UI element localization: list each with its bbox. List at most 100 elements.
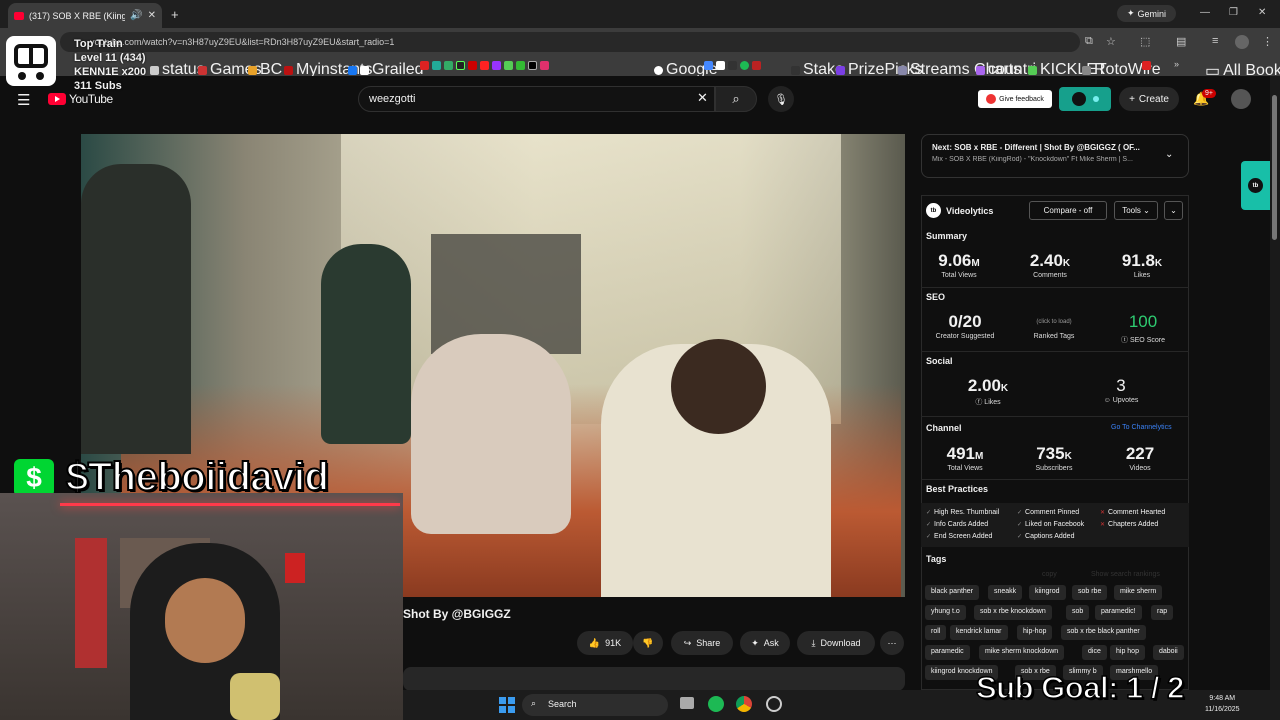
reading-list-icon[interactable]: ≡ [1212, 35, 1218, 47]
taskbar-search[interactable]: ⌕ Search [522, 694, 668, 716]
tag-chip[interactable]: dice [1082, 645, 1107, 660]
tag-chip[interactable]: paramedic [925, 645, 970, 660]
tag-chip[interactable]: sob rbe [1072, 585, 1108, 600]
minimize-icon[interactable]: — [1200, 7, 1210, 18]
divider [921, 416, 1189, 417]
train-title: Top Train [74, 38, 123, 50]
bookmark-star-icon[interactable]: ☆ [1106, 35, 1116, 48]
task-view-icon[interactable] [680, 697, 694, 709]
stat-label: Total Views [941, 272, 977, 279]
tag-chip[interactable]: mike sherm knockdown [979, 645, 1065, 660]
bp-item: ✕ Chapters Added [1100, 521, 1158, 528]
tag-chip[interactable]: paramedic! [1095, 605, 1142, 620]
tag-chip[interactable]: mike sherm [1114, 585, 1163, 600]
collapse-button[interactable]: ⌄ [1164, 201, 1183, 220]
bookmark-icon[interactable] [1142, 61, 1151, 70]
bp-label: Info Cards Added [934, 521, 989, 528]
windows-start-icon[interactable] [499, 697, 515, 713]
tab-youtube[interactable]: (317) SOB X RBE (KiingRod) 🔊 ✕ [8, 3, 162, 28]
speaker-icon[interactable]: 🔊 [130, 10, 142, 21]
more-bookmarks-icon[interactable]: » [1174, 59, 1179, 69]
tag-chip[interactable]: roll [925, 625, 947, 640]
bookmark-icon [468, 61, 477, 70]
channelytics-link[interactable]: Go To Channelytics [1111, 424, 1172, 431]
new-tab-icon[interactable]: + [171, 7, 179, 22]
sidepanel-icon[interactable]: ▤ [1176, 35, 1186, 48]
tubebuddy-side-button[interactable]: tb [1241, 161, 1270, 210]
tab-close-icon[interactable]: ✕ [148, 10, 156, 21]
stat-value: 2.40 [1029, 251, 1063, 270]
gemini-button[interactable]: ✦ Gemini [1117, 5, 1176, 22]
give-feedback-button[interactable]: Give feedback [978, 90, 1052, 108]
tag-chip[interactable]: kendrick lamar [950, 625, 1008, 640]
download-button[interactable]: ⤓ Download [797, 631, 875, 655]
stat-creator-suggested[interactable]: 0/20 Creator Suggested [925, 312, 1005, 340]
chevron-down-icon[interactable]: ⌄ [1165, 149, 1173, 160]
channel-heading: Channel [926, 423, 962, 433]
maximize-icon[interactable]: ❐ [1229, 7, 1238, 18]
dislike-button[interactable]: 👎 [633, 631, 663, 655]
thumbs-up-icon: 👍 [588, 637, 601, 648]
bp-label: Liked on Facebook [1025, 521, 1085, 528]
video-title: Shot By @BGIGGZ [403, 607, 511, 621]
search-input[interactable]: weezgotti [358, 86, 715, 112]
scrollbar-thumb[interactable] [1272, 95, 1277, 240]
voice-search-button[interactable]: 🎙 [768, 86, 794, 112]
tubebuddy-button[interactable] [1059, 87, 1111, 111]
clear-search-icon[interactable]: ✕ [697, 90, 708, 106]
plus-icon: + [1129, 93, 1135, 105]
tag-chip[interactable]: kiingrod [1029, 585, 1066, 600]
profile-avatar[interactable] [1235, 35, 1249, 49]
tag-chip[interactable]: black panther [925, 585, 980, 600]
tag-chip[interactable]: sob [1066, 605, 1090, 620]
like-button[interactable]: 👍 91K [577, 631, 633, 655]
search-rankings-toggle[interactable]: Show search rankings [1091, 571, 1160, 578]
tag-chip[interactable]: sob x rbe knockdown [974, 605, 1052, 620]
tag-chip[interactable]: hip hop [1110, 645, 1145, 660]
youtube-logo[interactable]: YouTube [48, 92, 113, 106]
spotify-icon[interactable] [708, 696, 724, 712]
bookmark-icon [540, 61, 549, 70]
videolytics-header: tb Videolytics [926, 203, 993, 218]
system-clock[interactable]: 9:48 AM 11/16/2025 [1205, 693, 1240, 715]
reddit-icon: ☺ [1103, 397, 1111, 404]
search-icon: ⌕ [732, 91, 740, 106]
stat-ranked-tags[interactable]: (click to load) Ranked Tags [1014, 318, 1094, 340]
bookmark-icon [432, 61, 441, 70]
window-close-icon[interactable]: ✕ [1258, 7, 1266, 18]
menu-kebab-icon[interactable]: ⋮ [1262, 35, 1273, 48]
tag-chip[interactable]: sneakk [988, 585, 1023, 600]
bp-item: ✓ High Res. Thumbnail [926, 509, 999, 516]
next-video-box[interactable]: Next: SOB x RBE - Different | Shot By @B… [921, 134, 1189, 178]
address-bar[interactable]: youtube.com/watch?v=n3H87uyZ9EU&list=RDn… [60, 32, 1080, 52]
tag-chip[interactable]: sob x rbe black panther [1061, 625, 1146, 640]
tag-chip[interactable]: yhung t.o [925, 605, 966, 620]
more-actions-button[interactable]: ⋯ [880, 631, 904, 655]
summary-heading: Summary [926, 231, 968, 241]
tag-chip[interactable]: hip-hop [1017, 625, 1053, 640]
copy-tags-button[interactable]: copy [1042, 571, 1057, 578]
bookmark-icon [836, 65, 845, 75]
sparkle-icon: ✦ [751, 637, 759, 648]
train-user: KENN1E x200 [74, 66, 147, 78]
x-icon: ✕ [1100, 510, 1106, 516]
tools-dropdown[interactable]: Tools ⌄ [1114, 201, 1158, 220]
description-box[interactable] [403, 667, 905, 691]
tag-chip[interactable]: daboii [1153, 645, 1184, 660]
share-button[interactable]: ↪ Share [671, 631, 733, 655]
ask-label: Ask [763, 638, 779, 648]
install-icon[interactable]: ⧉ [1085, 35, 1093, 48]
search-button[interactable]: ⌕ [715, 86, 757, 112]
account-avatar[interactable] [1231, 89, 1251, 109]
bookmark-icons-row-2[interactable] [704, 61, 761, 70]
create-button[interactable]: + Create [1119, 87, 1179, 111]
bookmark-icons-row[interactable] [420, 61, 549, 70]
compare-button[interactable]: Compare - off [1029, 201, 1107, 220]
tag-chip[interactable]: rap [1151, 605, 1174, 620]
ask-button[interactable]: ✦ Ask [740, 631, 790, 655]
chrome-icon[interactable] [736, 696, 752, 712]
hamburger-menu-icon[interactable]: ☰ [17, 91, 30, 109]
obs-icon[interactable] [766, 696, 782, 712]
google-icon [654, 65, 663, 75]
extensions-icon[interactable]: ⬚ [1140, 35, 1150, 48]
